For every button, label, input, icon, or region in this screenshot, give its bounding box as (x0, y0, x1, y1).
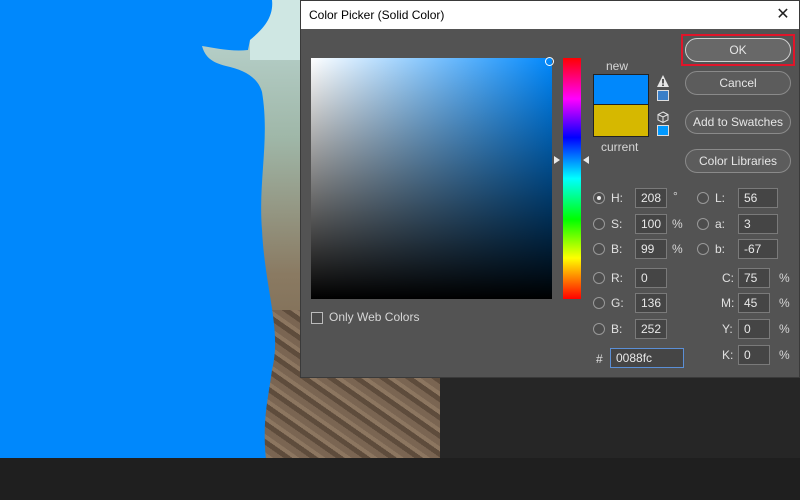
hex-field[interactable]: 0088fc (610, 348, 684, 368)
web-safe-swatch[interactable] (657, 125, 669, 136)
b-unit: % (672, 242, 683, 256)
dialog-title: Color Picker (Solid Color) (309, 8, 445, 22)
color-field[interactable] (311, 58, 552, 299)
s-unit: % (672, 217, 683, 231)
close-icon[interactable]: ✕ (773, 5, 793, 25)
m-unit: % (779, 296, 790, 310)
k-label: K: (722, 348, 734, 362)
h-label: H: (611, 191, 623, 205)
only-web-colors-checkbox[interactable] (311, 312, 323, 324)
ok-button[interactable]: OK (685, 38, 791, 62)
c-field[interactable]: 75 (738, 268, 770, 288)
slider-arrow-left-icon[interactable] (554, 156, 560, 164)
g-label: G: (611, 296, 624, 310)
m-field[interactable]: 45 (738, 293, 770, 313)
color-field-cursor[interactable] (545, 57, 554, 66)
hue-slider[interactable] (563, 58, 581, 299)
radio-h[interactable] (593, 192, 605, 204)
new-color-swatch (593, 74, 649, 105)
r-field[interactable]: 0 (635, 268, 667, 288)
l-field[interactable]: 56 (738, 188, 778, 208)
h-field[interactable]: 208 (635, 188, 667, 208)
l-label: L: (715, 191, 726, 205)
current-color-swatch[interactable] (593, 105, 649, 137)
radio-g[interactable] (593, 297, 605, 309)
hex-label: # (596, 352, 603, 366)
blue-label: B: (611, 322, 623, 336)
s-label: S: (611, 217, 623, 231)
c-label: C: (722, 271, 734, 285)
y-label: Y: (722, 322, 733, 336)
y-field[interactable]: 0 (738, 319, 770, 339)
title-bar[interactable]: Color Picker (Solid Color) ✕ (301, 1, 799, 29)
s-field[interactable]: 100 (635, 214, 667, 234)
current-color-label: current (601, 140, 639, 154)
blue-field[interactable]: 252 (635, 319, 667, 339)
web-safe-cube-icon[interactable] (657, 111, 669, 123)
slider-arrow-right-icon[interactable] (583, 156, 589, 164)
g-field[interactable]: 136 (635, 293, 667, 313)
lab-b-field[interactable]: -67 (738, 239, 778, 259)
radio-blue[interactable] (593, 323, 605, 335)
add-to-swatches-button[interactable]: Add to Swatches (685, 110, 791, 134)
b-label: B: (611, 242, 623, 256)
a-field[interactable]: 3 (738, 214, 778, 234)
b-field[interactable]: 99 (635, 239, 667, 259)
r-label: R: (611, 271, 623, 285)
k-unit: % (779, 348, 790, 362)
cancel-button[interactable]: Cancel (685, 71, 791, 95)
a-label: a: (715, 217, 726, 231)
y-unit: % (779, 322, 790, 336)
h-unit: ° (673, 189, 678, 203)
c-unit: % (779, 271, 790, 285)
k-field[interactable]: 0 (738, 345, 770, 365)
radio-b[interactable] (593, 243, 605, 255)
new-color-label: new (606, 59, 629, 73)
radio-s[interactable] (593, 218, 605, 230)
out-of-gamut-warning-icon[interactable] (657, 75, 669, 87)
radio-a[interactable] (697, 218, 709, 230)
color-libraries-button[interactable]: Color Libraries (685, 149, 791, 173)
gamut-correction-swatch[interactable] (657, 90, 669, 101)
lab-b-label: b: (715, 242, 726, 256)
color-picker-dialog: Color Picker (Solid Color) ✕ new current… (300, 0, 800, 378)
radio-r[interactable] (593, 272, 605, 284)
radio-l[interactable] (697, 192, 709, 204)
m-label: M: (721, 296, 735, 310)
radio-lab-b[interactable] (697, 243, 709, 255)
only-web-colors-label: Only Web Colors (329, 310, 420, 324)
